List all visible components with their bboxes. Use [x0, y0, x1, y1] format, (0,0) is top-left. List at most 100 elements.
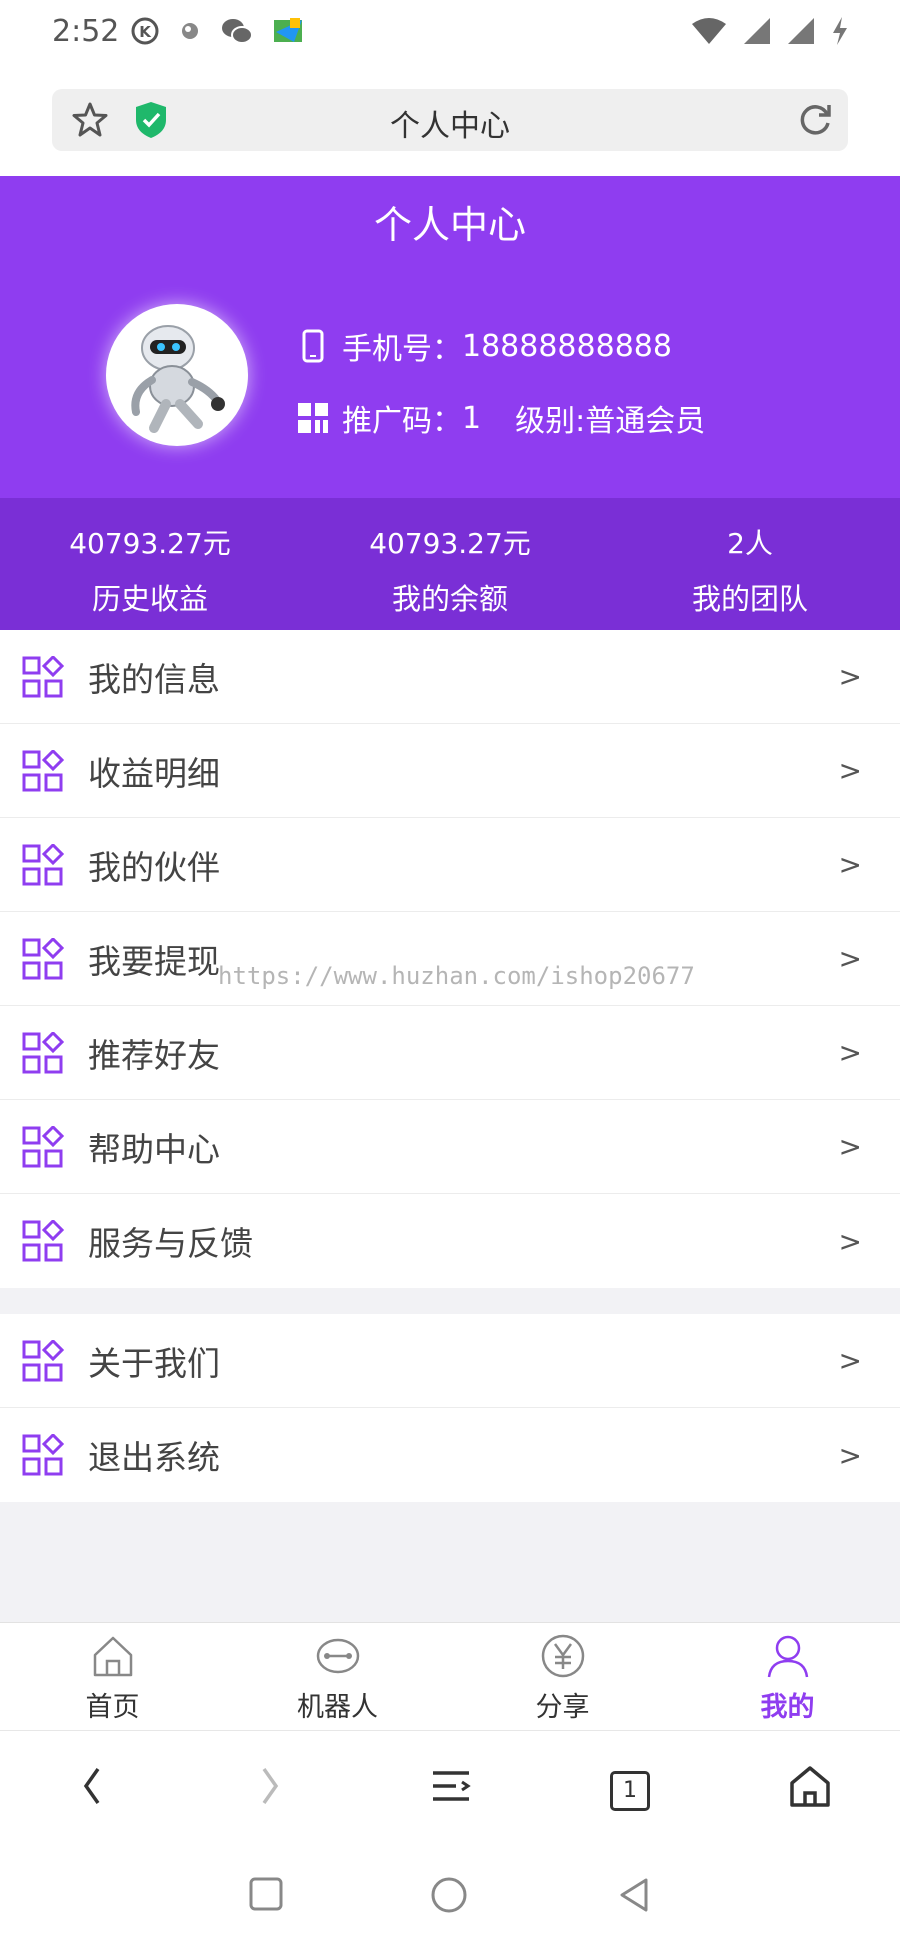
menu-item-withdraw[interactable]: 我要提现 > [0, 912, 900, 1006]
svg-text:K: K [139, 23, 152, 41]
tab-label: 机器人 [297, 1692, 378, 1723]
stat-label: 我的余额 [391, 582, 508, 616]
send-app-icon [274, 18, 302, 42]
signal-2-icon [788, 18, 814, 44]
robot-icon [316, 1638, 359, 1674]
promo-row: 推广码： 1 级别: 普通会员 [296, 396, 705, 440]
system-status-icons [690, 16, 850, 46]
level-value: 普通会员 [585, 404, 706, 439]
apps-icon [22, 844, 64, 886]
tab-label: 首页 [85, 1692, 140, 1723]
bottom-tab-bar: 首页 机器人 分享 我的 [0, 1622, 900, 1730]
menu-item-label: 关于我们 [88, 1343, 220, 1383]
home-circle-icon[interactable] [430, 1876, 468, 1914]
stat-balance[interactable]: 40793.27元 我的余额 [300, 498, 600, 630]
promo-code-label: 推广码： [342, 404, 462, 439]
chevron-right-icon: > [838, 848, 862, 881]
browser-toolbar: 1 [0, 1730, 900, 1842]
user-icon [767, 1635, 808, 1678]
avatar[interactable] [106, 304, 248, 446]
stat-value: 40793.27元 [69, 527, 231, 560]
apps-icon [22, 938, 64, 980]
tab-label: 我的 [760, 1692, 815, 1723]
phone-row: 手机号： 18888888888 [296, 324, 672, 368]
signal-icon [744, 18, 770, 44]
refresh-icon[interactable] [796, 101, 834, 139]
menu-item-my-info[interactable]: 我的信息 > [0, 630, 900, 724]
tab-home[interactable]: 首页 [0, 1623, 225, 1730]
menu-item-label: 服务与反馈 [88, 1224, 253, 1263]
stat-history-earnings[interactable]: 40793.27元 历史收益 [0, 498, 300, 630]
tabs-count-button[interactable]: 1 [610, 1771, 650, 1811]
wifi-icon [692, 18, 726, 44]
forward-icon[interactable] [256, 1761, 286, 1811]
apps-icon [22, 750, 64, 792]
stat-value: 2人 [727, 527, 773, 560]
notification-icons: K [130, 16, 306, 46]
chevron-right-icon: > [838, 1130, 862, 1163]
ball-icon [182, 23, 198, 39]
apps-icon [22, 1126, 64, 1168]
watermark-text: https://www.huzhan.com/ishop20677 [218, 962, 695, 990]
stat-label: 我的团队 [691, 582, 808, 616]
stat-team[interactable]: 2人 我的团队 [600, 498, 900, 630]
home-icon [93, 1636, 132, 1677]
apps-icon [22, 1032, 64, 1074]
menu-item-label: 推荐好友 [88, 1035, 220, 1075]
apps-icon [22, 1340, 64, 1382]
recent-apps-icon[interactable] [248, 1876, 284, 1912]
status-bar: 2:52 K [0, 0, 900, 68]
tab-count: 1 [623, 1778, 637, 1803]
charging-icon [833, 17, 847, 45]
stats-bar: 40793.27元 历史收益 40793.27元 我的余额 2人 我的团队 [0, 498, 900, 630]
tab-mine[interactable]: 我的 [675, 1623, 900, 1730]
chevron-right-icon: > [838, 942, 862, 975]
menu-item-about-us[interactable]: 关于我们 > [0, 1314, 900, 1408]
menu-icon[interactable] [430, 1761, 472, 1811]
menu-item-label: 我的信息 [88, 659, 220, 699]
menu-item-earnings-detail[interactable]: 收益明细 > [0, 724, 900, 818]
status-time: 2:52 [52, 14, 120, 49]
chevron-right-icon: > [838, 1036, 862, 1069]
menu-group-secondary: 关于我们 > 退出系统 > [0, 1314, 900, 1502]
menu-item-label: 收益明细 [88, 753, 220, 793]
wechat-icon [222, 19, 253, 44]
back-triangle-icon[interactable] [616, 1876, 652, 1914]
stat-value: 40793.27元 [369, 527, 531, 560]
robot-avatar-icon [131, 325, 225, 433]
menu-item-label: 我要提现 [88, 941, 220, 981]
browser-address-bar: 个人中心 [0, 68, 900, 176]
tab-robot[interactable]: 机器人 [225, 1623, 450, 1730]
menu-item-label: 我的伙伴 [88, 847, 220, 887]
chevron-right-icon: > [838, 1224, 862, 1258]
menu-item-label: 退出系统 [88, 1438, 220, 1477]
apps-icon [22, 656, 64, 698]
page-title: 个人中心 [373, 203, 526, 247]
k-app-icon: K [131, 17, 159, 45]
level-label: 级别: [515, 404, 586, 439]
apps-icon [22, 1434, 64, 1476]
menu-item-partners[interactable]: 我的伙伴 > [0, 818, 900, 912]
yen-icon [541, 1634, 584, 1678]
profile-header: 个人中心 手机号： 18888888888 推广码： 1 级别: 普通会员 [0, 176, 900, 498]
stat-label: 历史收益 [91, 582, 208, 616]
tab-label: 分享 [535, 1692, 590, 1723]
chevron-right-icon: > [838, 1344, 862, 1377]
qrcode-icon [296, 401, 330, 435]
menu-group-main: 我的信息 > 收益明细 > 我的伙伴 > 我要提现 > 推荐好友 > 帮助中心 … [0, 630, 900, 1288]
tab-share[interactable]: 分享 [450, 1623, 675, 1730]
back-icon[interactable] [76, 1761, 106, 1811]
chevron-right-icon: > [838, 754, 862, 787]
system-nav-bar [0, 1842, 900, 1950]
menu-item-service-feedback[interactable]: 服务与反馈 > [0, 1194, 900, 1288]
menu-item-help-center[interactable]: 帮助中心 > [0, 1100, 900, 1194]
menu-item-label: 帮助中心 [88, 1129, 220, 1169]
phone-label: 手机号： [342, 332, 462, 367]
chevron-right-icon: > [838, 1438, 862, 1472]
chevron-right-icon: > [838, 660, 862, 693]
phone-value: 18888888888 [462, 328, 672, 364]
address-field[interactable]: 个人中心 [52, 89, 848, 151]
menu-item-refer-friend[interactable]: 推荐好友 > [0, 1006, 900, 1100]
browser-home-icon[interactable] [788, 1761, 832, 1811]
menu-item-logout[interactable]: 退出系统 > [0, 1408, 900, 1502]
